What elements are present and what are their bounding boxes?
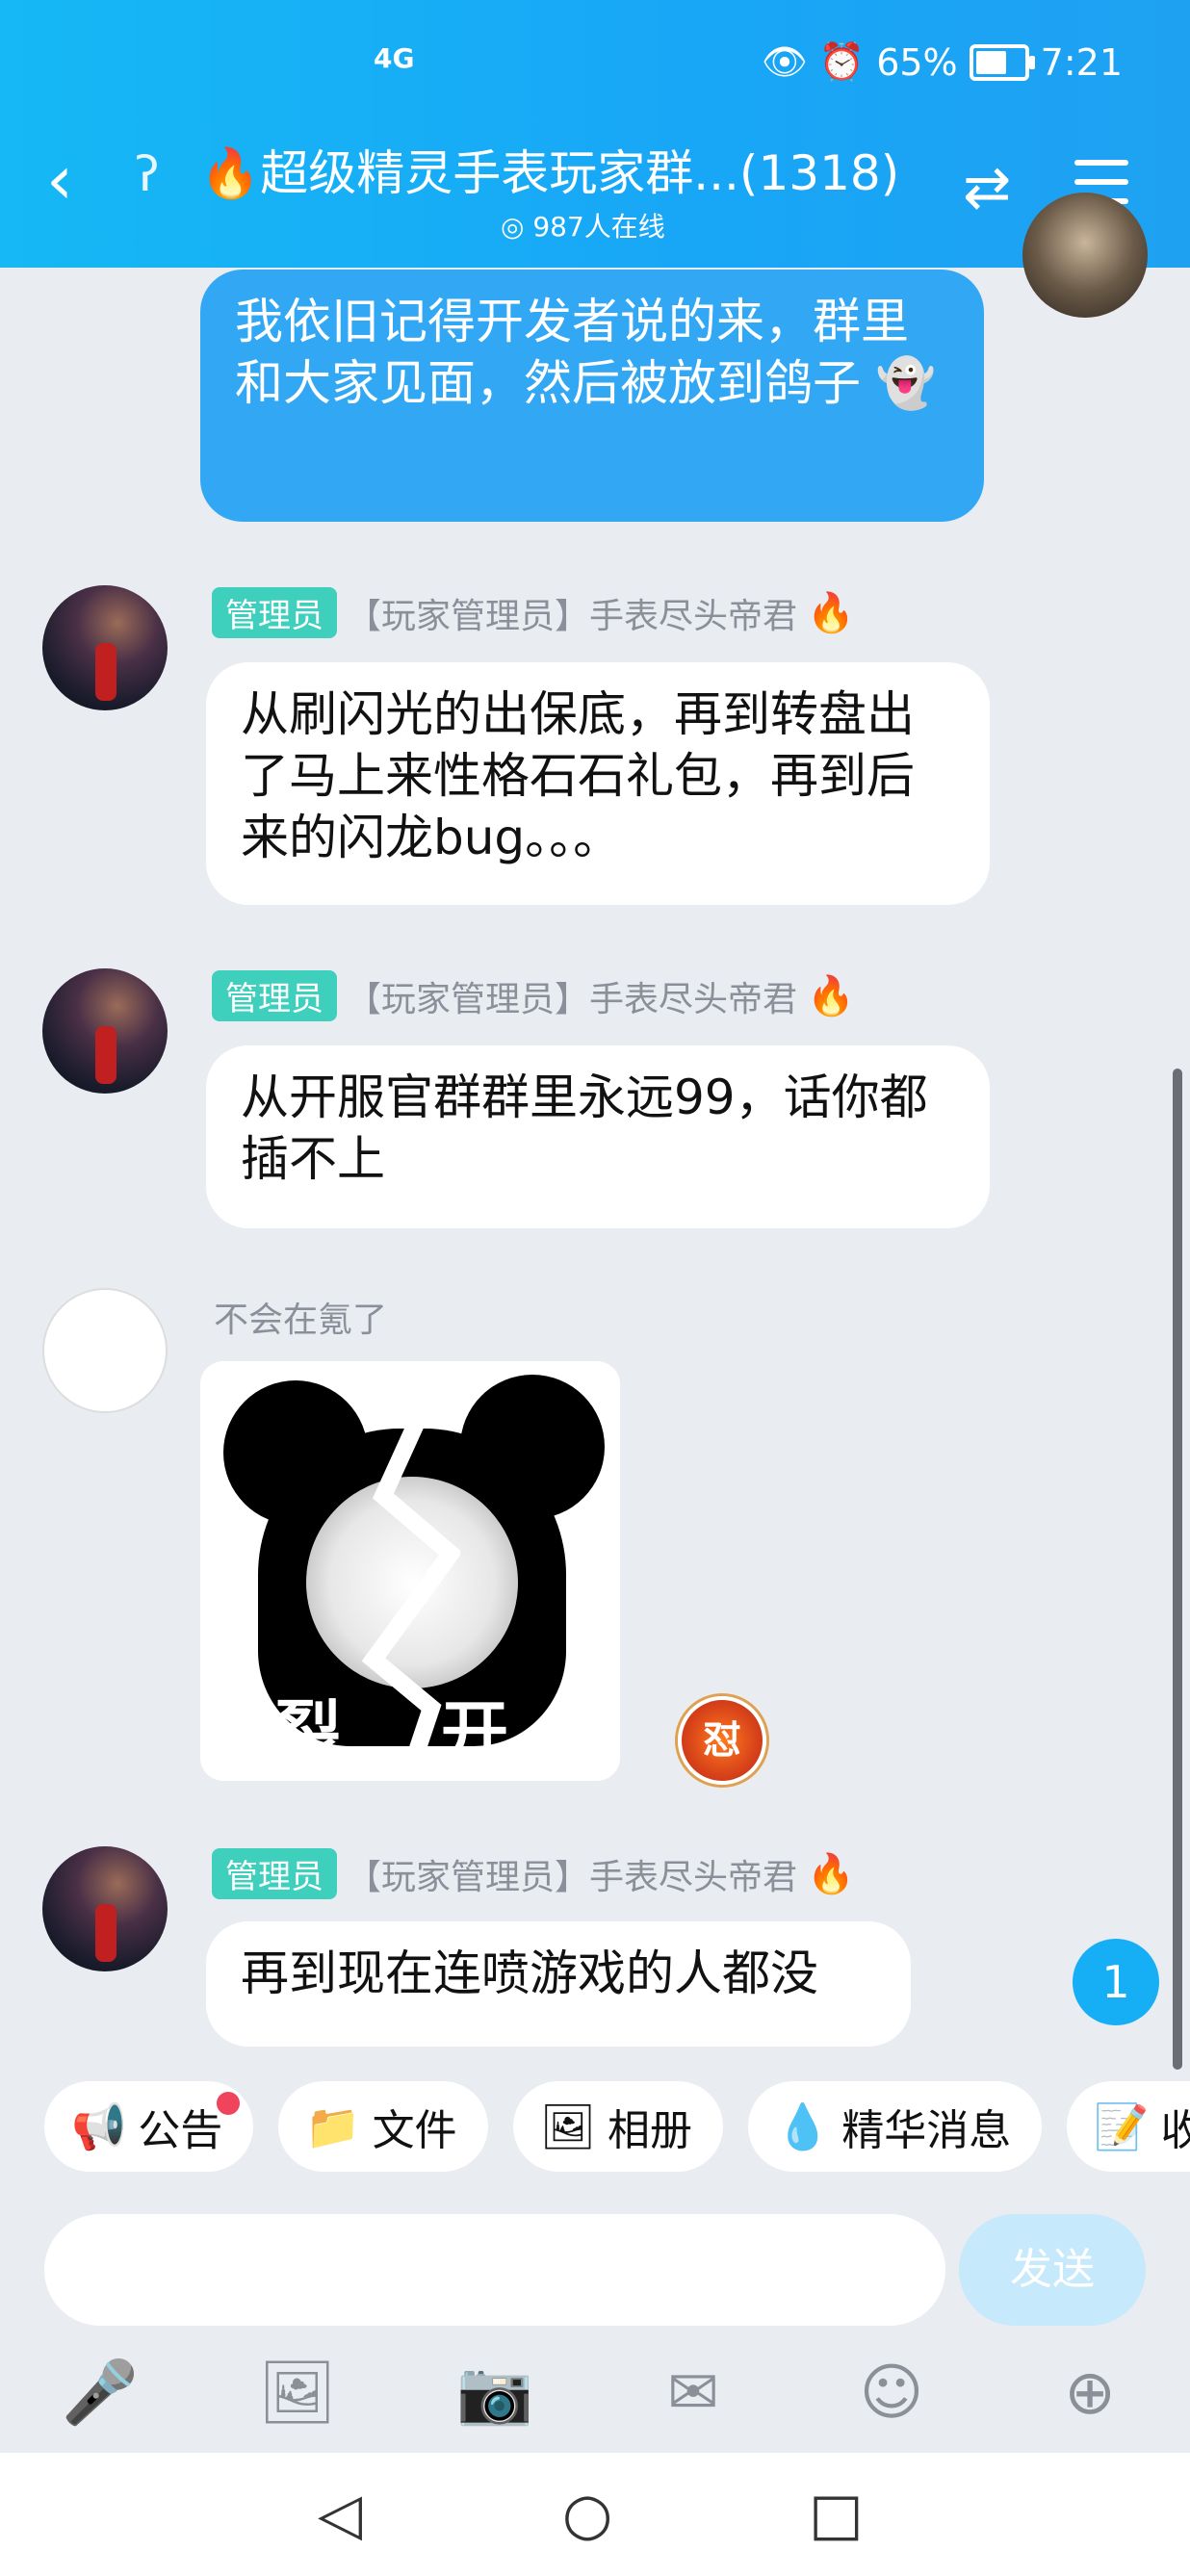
checklist-icon: 📝	[1094, 2099, 1150, 2152]
sticker-text-right: 开	[441, 1693, 508, 1772]
ear-icon[interactable]: ʔ	[135, 146, 160, 202]
essence-chip[interactable]: 💧 精华消息	[747, 2081, 1043, 2172]
camera-icon[interactable]: 📷	[456, 2355, 533, 2432]
admin-badge: 管理员	[212, 587, 337, 638]
quick-actions: 📢 公告 📁 文件 🖼 相册 💧 精华消息 📝 收	[44, 2081, 1190, 2172]
unread-count-badge[interactable]: 1	[1073, 1939, 1159, 2025]
avatar-admin[interactable]	[42, 585, 168, 710]
chat-header: 4G 👁 ⏰ 65% 7:21 ‹ ʔ 🔥超级精灵手表玩家群...(1318) …	[0, 0, 1190, 268]
sender-line: 管理员 【玩家管理员】手表尽头帝君 🔥	[212, 970, 855, 1021]
online-count: ◎ 987人在线	[501, 211, 665, 243]
chat-toolbar: 🎤 🖼 📷 ✉ ☺ ⊕	[0, 2345, 1190, 2460]
sender-name[interactable]: 【玩家管理员】手表尽头帝君	[347, 971, 797, 1021]
sender-name[interactable]: 不会在氪了	[214, 1292, 387, 1342]
battery-icon	[969, 43, 1035, 81]
message-bubble[interactable]: 从开服官群群里永远99，话你都插不上	[206, 1045, 990, 1228]
favorites-chip[interactable]: 📝 收	[1067, 2081, 1190, 2172]
online-icon: ◎	[501, 211, 533, 243]
microphone-icon[interactable]: 🎤	[62, 2355, 139, 2432]
fire-icon: 🔥	[807, 1852, 855, 1896]
compose-row: 发送	[44, 2214, 1146, 2326]
essence-icon: 💧	[774, 2099, 831, 2152]
emoji-icon[interactable]: ☺	[853, 2355, 930, 2432]
announcement-chip[interactable]: 📢 公告	[44, 2081, 254, 2172]
message-bubble-self[interactable]: 我依旧记得开发者说的来，群里和大家见面，然后被放到鸽子 👻	[200, 270, 984, 522]
message-bubble[interactable]: 再到现在连喷游戏的人都没	[206, 1921, 911, 2047]
fire-icon: 🔥	[807, 591, 855, 635]
link-icon[interactable]: ⇄	[963, 154, 1011, 221]
avatar-self[interactable]	[1022, 193, 1148, 318]
system-nav-bar: ◁ ○ □	[0, 2453, 1190, 2576]
photo-icon: 🖼	[539, 2099, 596, 2152]
sticker-image[interactable]: 裂 开	[200, 1361, 620, 1781]
avatar-admin[interactable]	[42, 1846, 168, 1971]
status-bar: 4G 👁 ⏰ 65% 7:21	[0, 40, 1190, 98]
plus-icon[interactable]: ⊕	[1051, 2355, 1128, 2432]
sender-name[interactable]: 【玩家管理员】手表尽头帝君	[347, 1849, 797, 1899]
fire-icon: 🔥	[807, 974, 855, 1018]
scrollbar[interactable]	[1173, 1069, 1182, 2070]
sender-line: 管理员 【玩家管理员】手表尽头帝君 🔥	[212, 1848, 855, 1899]
reaction-badge[interactable]: 怼	[678, 1696, 766, 1785]
megaphone-icon: 📢	[71, 2099, 127, 2152]
back-icon[interactable]: ‹	[46, 146, 73, 214]
nav-back-icon[interactable]: ◁	[318, 2486, 362, 2543]
avatar-panda[interactable]	[42, 1288, 168, 1413]
clock: 7:21	[1040, 40, 1123, 84]
admin-badge: 管理员	[212, 970, 337, 1021]
message-input[interactable]	[44, 2214, 945, 2326]
sticker-text-left: 裂	[273, 1693, 341, 1772]
notification-dot	[214, 2089, 243, 2118]
sender-name[interactable]: 【玩家管理员】手表尽头帝君	[347, 588, 797, 638]
signal-indicator: 4G	[374, 42, 415, 74]
group-title[interactable]: 🔥超级精灵手表玩家群...(1318)	[200, 135, 899, 204]
sender-line: 管理员 【玩家管理员】手表尽头帝君 🔥	[212, 587, 855, 638]
alarm-icon: ⏰	[818, 40, 866, 83]
folder-icon: 📁	[305, 2099, 361, 2152]
nav-home-icon[interactable]: ○	[562, 2486, 612, 2543]
files-chip[interactable]: 📁 文件	[278, 2081, 488, 2172]
avatar-admin[interactable]	[42, 968, 168, 1094]
eye-icon: 👁	[761, 40, 808, 83]
message-bubble[interactable]: 从刷闪光的出保底，再到转盘出了马上来性格石石礼包，再到后来的闪龙bug。。。	[206, 662, 990, 905]
send-button[interactable]: 发送	[959, 2214, 1146, 2326]
ghost-emoji-icon: 👻	[875, 355, 937, 411]
image-icon[interactable]: 🖼	[258, 2355, 336, 2432]
battery-percent: 65%	[876, 40, 958, 84]
nav-recents-icon[interactable]: □	[809, 2486, 864, 2543]
red-packet-icon[interactable]: ✉	[655, 2355, 732, 2432]
admin-badge: 管理员	[212, 1848, 337, 1899]
album-chip[interactable]: 🖼 相册	[512, 2081, 723, 2172]
